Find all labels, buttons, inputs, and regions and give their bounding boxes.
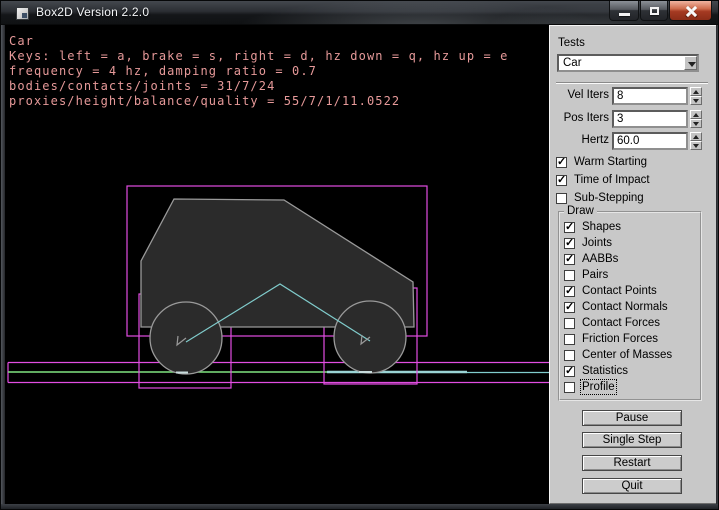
checkbox-box[interactable]: ✓ [556,175,567,186]
checkbox-label: Contact Normals [582,301,668,313]
checkbox-label: Time of Impact [574,174,650,186]
checkbox-label: Statistics [582,365,628,377]
app-icon [16,7,29,20]
arrow-down-icon [693,122,699,126]
checkbox-label: Shapes [582,221,621,233]
checkbox-box[interactable]: ✓ [564,238,575,249]
window-border-bottom [1,504,719,510]
spinner-up-button[interactable] [690,132,702,141]
arrow-up-icon [693,135,699,139]
vel-iters-row: Vel Iters [550,87,717,105]
minimize-icon [619,13,630,16]
checkbox-box[interactable]: ✓ [564,302,575,313]
checkbox-box[interactable] [564,350,575,361]
checkbox-box[interactable] [564,318,575,329]
window-title: Box2D Version 2.2.0 [36,5,149,19]
pos-iters-label: Pos Iters [550,112,609,124]
checkbox-box[interactable]: ✓ [564,254,575,265]
pause-button[interactable]: Pause [582,410,682,426]
spinner-up-button[interactable] [690,87,702,96]
arrow-down-icon [693,144,699,148]
checkbox-label: Sub-Stepping [574,192,644,204]
vel-iters-input[interactable] [612,87,688,105]
app-window: Box2D Version 2.2.0 [0,0,719,510]
checkbox-label: Joints [582,237,612,249]
checkbox-label: Contact Forces [582,317,660,329]
check-mark: ✓ [557,155,566,168]
spinner-up-button[interactable] [690,110,702,119]
checkbox-box[interactable] [564,334,575,345]
vel-iters-label: Vel Iters [550,89,609,101]
spinner-down-button[interactable] [690,141,702,150]
check-mark: ✓ [565,252,574,265]
quit-button[interactable]: Quit [582,478,682,494]
checkbox-label: Profile [582,381,615,393]
hertz-label: Hertz [550,134,609,146]
frequency-text: frequency = 4 hz, damping ratio = 0.7 [9,64,317,78]
checkbox-label: AABBs [582,253,618,265]
checkbox-box[interactable] [564,382,575,393]
checkbox-box[interactable]: ✓ [564,286,575,297]
draw-group-label: Draw [564,205,597,217]
single-step-button[interactable]: Single Step [582,432,682,448]
hertz-row: Hertz [550,132,717,150]
title-bar[interactable]: Box2D Version 2.2.0 [1,1,719,25]
checkbox-label: Pairs [582,269,608,281]
control-panel: Tests Car Vel Iters Pos Iters Hertz [549,25,716,504]
check-mark: ✓ [565,236,574,249]
minimize-button[interactable] [609,1,639,21]
stats-proxies-text: proxies/height/balance/quality = 55/7/1/… [9,94,400,108]
check-mark: ✓ [565,364,574,377]
checkbox-box[interactable]: ✓ [556,157,567,168]
dropdown-arrow-button[interactable] [684,56,697,70]
hertz-input[interactable] [612,132,688,150]
check-mark: ✓ [565,284,574,297]
checkbox-label: Warm Starting [574,156,647,168]
arrow-down-icon [693,99,699,103]
tests-label: Tests [558,37,585,49]
close-button[interactable] [669,1,712,21]
draw-group: Draw ✓ Shapes ✓ Joints ✓ AABBs Pairs ✓ C… [558,211,702,401]
checkbox-box[interactable] [564,270,575,281]
spinner-down-button[interactable] [690,119,702,128]
keys-help-text: Keys: left = a, brake = s, right = d, hz… [9,49,508,63]
separator [556,82,708,84]
test-title-text: Car [9,34,34,48]
checkbox-label: Contact Points [582,285,657,297]
hertz-spinner [690,132,702,150]
stats-bodies-text: bodies/contacts/joints = 31/7/24 [9,79,275,93]
check-mark: ✓ [565,220,574,233]
restart-button[interactable]: Restart [582,455,682,471]
checkbox-box[interactable]: ✓ [564,366,575,377]
spinner-down-button[interactable] [690,96,702,105]
checkbox-box[interactable] [556,193,567,204]
vel-iters-spinner [690,87,702,105]
check-mark: ✓ [565,300,574,313]
maximize-icon [650,7,659,15]
pos-iters-input[interactable] [612,110,688,128]
maximize-button[interactable] [640,1,668,21]
chevron-down-icon [688,62,696,67]
tests-dropdown[interactable]: Car [557,54,699,72]
pos-iters-spinner [690,110,702,128]
arrow-up-icon [693,90,699,94]
arrow-up-icon [693,113,699,117]
close-icon [685,5,697,17]
check-mark: ✓ [557,173,566,186]
checkbox-label: Friction Forces [582,333,658,345]
simulation-canvas[interactable]: Car Keys: left = a, brake = s, right = d… [5,25,549,504]
checkbox-box[interactable]: ✓ [564,222,575,233]
debug-draw-layer: Car Keys: left = a, brake = s, right = d… [5,25,549,504]
checkbox-label: Center of Masses [582,349,672,361]
tests-dropdown-value: Car [563,57,582,69]
pos-iters-row: Pos Iters [550,110,717,128]
